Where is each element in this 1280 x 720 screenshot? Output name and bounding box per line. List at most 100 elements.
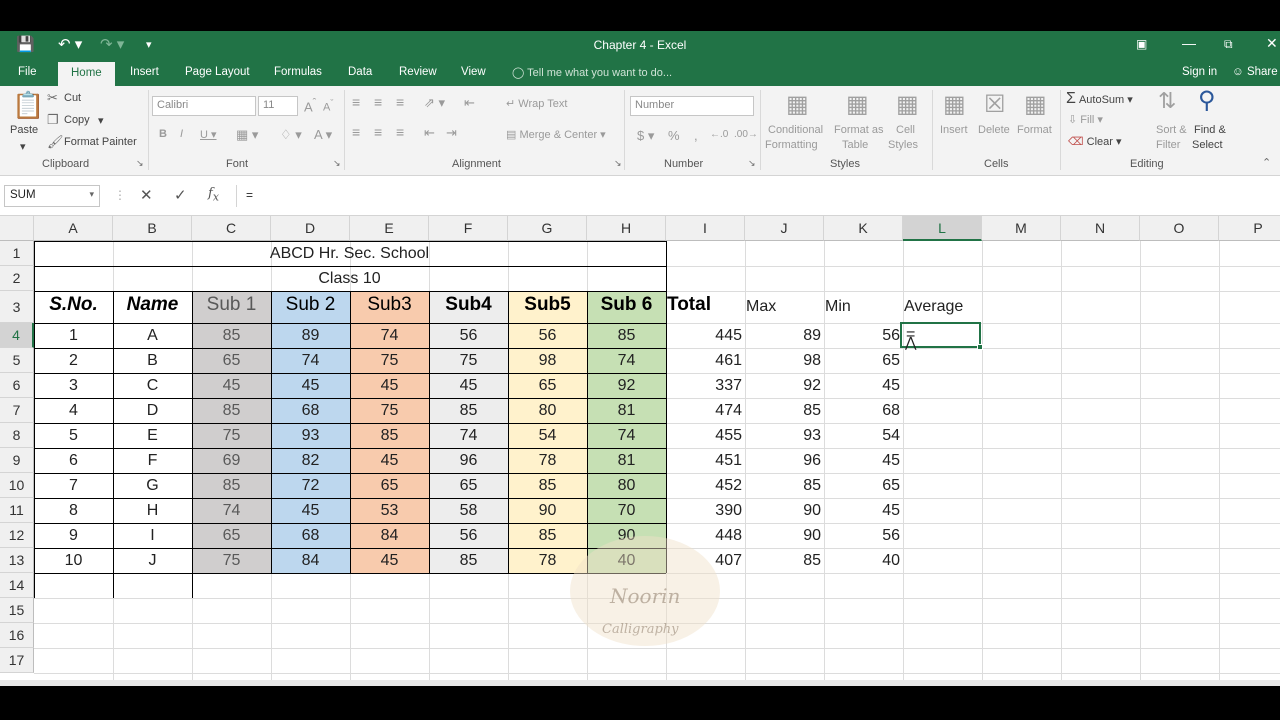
fill-handle[interactable] [977,344,983,350]
cell-sub2[interactable]: 74 [271,348,350,373]
align-center-icon[interactable]: ≡ [374,124,382,140]
sort-filter-button-line1[interactable]: Sort & [1156,124,1187,136]
cell-name[interactable]: D [113,398,192,423]
cell-sub1[interactable]: 65 [192,348,271,373]
cell-styles-button-line2[interactable]: Styles [888,139,918,151]
row-header-9[interactable]: 9 [0,448,34,473]
cell-min[interactable]: 56 [824,323,903,348]
autosum-button[interactable]: Σ AutoSum ▾ [1066,90,1133,108]
font-name-box[interactable]: Calibri [152,96,256,116]
row-header-4[interactable]: 4 [0,323,34,348]
cell-min[interactable]: 45 [824,498,903,523]
bottom-align-icon[interactable]: ≡ [396,94,404,110]
cell-sno[interactable]: 3 [34,373,113,398]
cell-sub4[interactable]: 75 [429,348,508,373]
sign-in-link[interactable]: Sign in [1182,66,1217,78]
column-header-j[interactable]: J [745,216,824,241]
cell-sub3[interactable]: 45 [350,448,429,473]
cell-sno[interactable]: 5 [34,423,113,448]
fill-button[interactable]: ⇩ Fill ▾ [1068,113,1103,126]
cell-sno[interactable]: 10 [34,548,113,573]
cell-sub3[interactable]: 85 [350,423,429,448]
cancel-icon[interactable]: ✕ [140,186,153,204]
column-header-h[interactable]: H [587,216,666,241]
cell-sub2[interactable]: 68 [271,523,350,548]
cell-sub1[interactable]: 45 [192,373,271,398]
cell-sub2[interactable]: 89 [271,323,350,348]
cell-max[interactable]: 96 [745,448,824,473]
copy-dropdown-icon[interactable]: ▾ [98,114,104,127]
collapse-ribbon-icon[interactable]: ⌃ [1262,156,1271,169]
increase-indent-icon[interactable]: ⇥ [446,125,457,141]
header-min[interactable]: Min [822,298,851,320]
row-header-13[interactable]: 13 [0,548,34,573]
column-header-l[interactable]: L [903,216,982,241]
cell-sub5[interactable]: 80 [508,398,587,423]
paste-icon[interactable]: 📋 [12,90,44,121]
conditional-formatting-button-line1[interactable]: Conditional [768,124,823,136]
cell-sub1[interactable]: 74 [192,498,271,523]
wrap-text-button[interactable]: ↵ Wrap Text [506,97,567,110]
enter-icon[interactable]: ✓ [174,186,187,204]
cell-max[interactable]: 85 [745,473,824,498]
cell-total[interactable]: 461 [666,348,745,373]
cell-max[interactable]: 92 [745,373,824,398]
header-average[interactable]: Average [901,298,963,320]
cell-total[interactable]: 390 [666,498,745,523]
cell-max[interactable]: 89 [745,323,824,348]
currency-icon[interactable]: $ ▾ [637,128,654,144]
top-align-icon[interactable]: ≡ [352,94,360,110]
header-sub3[interactable]: Sub3 [350,294,429,316]
tab-formulas[interactable]: Formulas [274,66,322,78]
cell-sub4[interactable]: 85 [429,398,508,423]
column-header-m[interactable]: M [982,216,1061,241]
cell-sub5[interactable]: 54 [508,423,587,448]
row-header-10[interactable]: 10 [0,473,34,498]
font-size-box[interactable]: 11 [258,96,298,116]
header-sub1[interactable]: Sub 1 [192,294,271,316]
cell-sub1[interactable]: 85 [192,323,271,348]
cell-min[interactable]: 45 [824,448,903,473]
cell-sno[interactable]: 1 [34,323,113,348]
cell-sub2[interactable]: 93 [271,423,350,448]
cell-total[interactable]: 455 [666,423,745,448]
cell-sub4[interactable]: 96 [429,448,508,473]
cell-name[interactable]: C [113,373,192,398]
cell-sub1[interactable]: 85 [192,398,271,423]
cell-min[interactable]: 56 [824,523,903,548]
cell-sub4[interactable]: 65 [429,473,508,498]
cut-button[interactable]: Cut [64,92,81,104]
cell-sub4[interactable]: 85 [429,548,508,573]
merge-center-button[interactable]: ▤ Merge & Center ▾ [506,128,606,141]
format-as-table-button-line1[interactable]: Format as [834,124,884,136]
row-header-8[interactable]: 8 [0,423,34,448]
align-left-icon[interactable]: ≡ [352,124,360,140]
cell-sub1[interactable]: 65 [192,523,271,548]
header-sno[interactable]: S.No. [34,294,113,316]
cell-max[interactable]: 93 [745,423,824,448]
cell-min[interactable]: 68 [824,398,903,423]
insert-function-icon[interactable]: fx [208,186,219,204]
cell-sub6[interactable]: 85 [587,323,666,348]
header-sub5[interactable]: Sub5 [508,294,587,316]
cell-total[interactable]: 474 [666,398,745,423]
cell-name[interactable]: I [113,523,192,548]
cell-sub5[interactable]: 85 [508,473,587,498]
middle-align-icon[interactable]: ≡ [374,94,382,110]
cell-sub4[interactable]: 58 [429,498,508,523]
italic-icon[interactable]: I [180,128,183,140]
cell-sub3[interactable]: 74 [350,323,429,348]
cell-min[interactable]: 45 [824,373,903,398]
minimize-icon[interactable]: — [1182,35,1196,51]
cell-sub5[interactable]: 90 [508,498,587,523]
ribbon-display-icon[interactable]: ▣ [1136,37,1147,51]
cell-sub3[interactable]: 75 [350,398,429,423]
column-header-f[interactable]: F [429,216,508,241]
name-box-dropdown-icon[interactable]: ▾ [89,189,94,200]
tab-view[interactable]: View [461,66,486,78]
cell-sub1[interactable]: 85 [192,473,271,498]
tab-home[interactable]: Home [58,62,115,86]
cell-min[interactable]: 65 [824,473,903,498]
cell-sub3[interactable]: 45 [350,548,429,573]
row-header-11[interactable]: 11 [0,498,34,523]
